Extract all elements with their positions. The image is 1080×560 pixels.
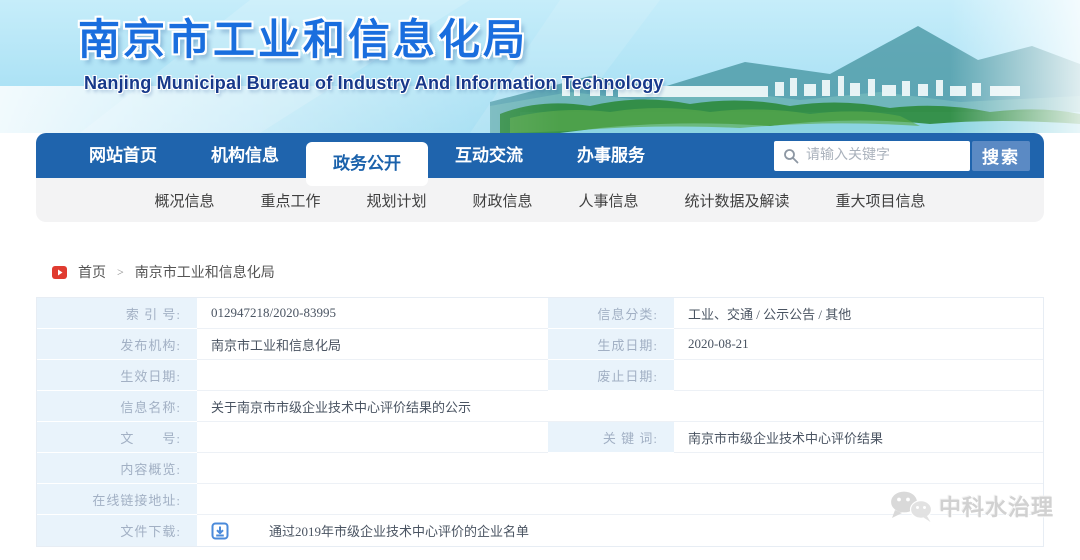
site-subtitle-english: Nanjing Municipal Bureau of Industry And… (84, 73, 664, 94)
breadcrumb-marker-icon (52, 266, 67, 279)
effective-date-value (197, 360, 548, 391)
content-overview-value (197, 453, 1043, 484)
info-name-label: 信息名称: (37, 391, 197, 422)
site-title: 南京市工业和信息化局 (78, 6, 528, 67)
subnav-item-key-work[interactable]: 重点工作 (260, 190, 320, 211)
create-date-label: 生成日期: (548, 329, 674, 360)
breadcrumb-separator: > (117, 265, 124, 280)
search-bar: 搜索 (774, 141, 1030, 171)
expiry-date-value (674, 360, 1043, 391)
info-category-label: 信息分类: (548, 298, 674, 329)
nav-tab-home[interactable]: 网站首页 (62, 133, 184, 178)
keywords-label: 关 键 词: (548, 422, 674, 453)
publish-org-label: 发布机构: (37, 329, 197, 360)
breadcrumb: 首页 > 南京市工业和信息化局 (52, 262, 1080, 282)
watermark-text: 中科水治理 (939, 490, 1054, 522)
table-row: 发布机构:南京市工业和信息化局生成日期:2020-08-21 (37, 329, 1043, 360)
main-nav-items: 网站首页机构信息政务公开互动交流办事服务 (62, 133, 672, 178)
subnav-item-finance-info[interactable]: 财政信息 (472, 190, 532, 211)
download-file-link[interactable]: 通过2019年市级企业技术中心评价的企业名单 (269, 521, 529, 540)
download-icon (211, 522, 229, 540)
breadcrumb-home-link[interactable]: 首页 (78, 262, 106, 282)
expiry-date-label: 废止日期: (548, 360, 674, 391)
index-number-label: 索 引 号: (37, 298, 197, 329)
table-row: 索 引 号:012947218/2020-83995信息分类:工业、交通 / 公… (37, 298, 1043, 329)
wechat-logo-icon (888, 488, 934, 524)
subnav-item-personnel-info[interactable]: 人事信息 (579, 190, 639, 211)
search-button[interactable]: 搜索 (972, 141, 1030, 171)
nav-tab-org-info[interactable]: 机构信息 (184, 133, 306, 178)
doc-number-label: 文 号: (37, 422, 197, 453)
file-download-label: 文件下载: (37, 515, 197, 546)
subnav-item-overview-info[interactable]: 概况信息 (154, 190, 214, 211)
nav-tab-services[interactable]: 办事服务 (550, 133, 672, 178)
nav-tab-interaction[interactable]: 互动交流 (428, 133, 550, 178)
site-banner: 南京市工业和信息化局 Nanjing Municipal Bureau of I… (0, 0, 1080, 133)
info-name-value: 关于南京市市级企业技术中心评价结果的公示 (197, 391, 1043, 422)
sub-navbar: 概况信息 重点工作 规划计划 财政信息 人事信息 统计数据及解读 重大项目信息 (36, 178, 1044, 222)
subnav-item-major-projects[interactable]: 重大项目信息 (836, 190, 926, 211)
online-link-label: 在线链接地址: (37, 484, 197, 515)
publish-org-value: 南京市工业和信息化局 (197, 329, 548, 360)
table-row: 内容概览: (37, 453, 1043, 484)
table-row: 文 号: 关 键 词:南京市市级企业技术中心评价结果 (37, 422, 1043, 453)
search-input[interactable] (774, 141, 970, 171)
subnav-item-planning[interactable]: 规划计划 (366, 190, 426, 211)
info-category-value: 工业、交通 / 公示公告 / 其他 (674, 298, 1043, 329)
breadcrumb-current-page: 南京市工业和信息化局 (135, 262, 275, 282)
content-overview-label: 内容概览: (37, 453, 197, 484)
table-row: 生效日期: 废止日期: (37, 360, 1043, 391)
create-date-value: 2020-08-21 (674, 329, 1043, 360)
index-number-value: 012947218/2020-83995 (197, 298, 548, 329)
doc-number-value (197, 422, 548, 453)
effective-date-label: 生效日期: (37, 360, 197, 391)
main-navbar: 网站首页机构信息政务公开互动交流办事服务 搜索 (36, 133, 1044, 178)
page: 南京市工业和信息化局 Nanjing Municipal Bureau of I… (0, 0, 1080, 560)
subnav-item-statistics[interactable]: 统计数据及解读 (685, 190, 790, 211)
nav-tab-gov-affairs[interactable]: 政务公开 (306, 142, 428, 186)
table-row: 信息名称:关于南京市市级企业技术中心评价结果的公示 (37, 391, 1043, 422)
watermark: 中科水治理 (888, 488, 1054, 524)
keywords-value: 南京市市级企业技术中心评价结果 (674, 422, 1043, 453)
